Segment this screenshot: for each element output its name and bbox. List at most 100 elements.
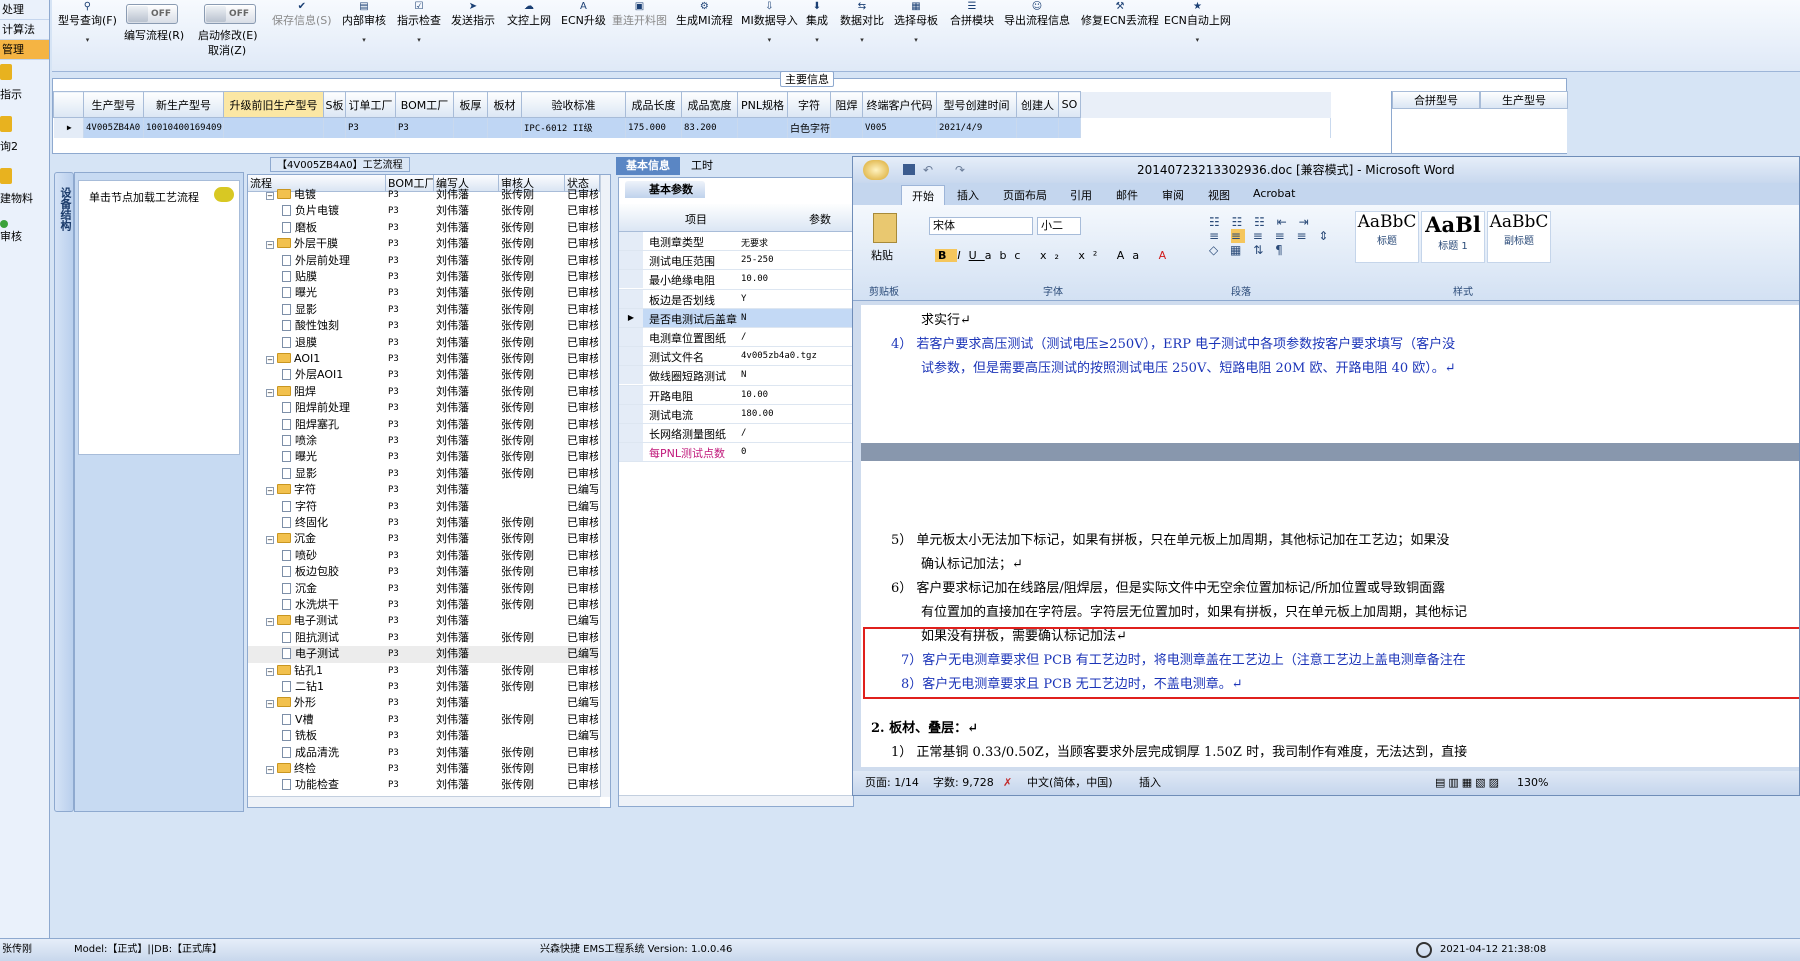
col-header[interactable]: 创建人 xyxy=(1016,91,1059,118)
model-query-button[interactable]: ⚲ 型号查询(F) ▾ xyxy=(58,2,117,45)
col-header[interactable]: 合拼型号 xyxy=(1392,91,1480,109)
table-row[interactable]: − 电镀 P3 刘伟藩 张传刚 已审核 xyxy=(248,187,598,203)
tab-review[interactable]: 审阅 xyxy=(1162,187,1184,203)
param-row[interactable]: 板边是否划线 Y xyxy=(619,289,853,309)
param-row[interactable]: 开路电阻 10.00 xyxy=(619,385,853,405)
bold-icon[interactable]: B xyxy=(935,249,958,262)
table-row[interactable]: 外层AOI1 P3 刘伟藩 张传刚 已审核 xyxy=(248,367,598,383)
flow-vscroll[interactable] xyxy=(600,175,610,797)
generate-mi-flow-button[interactable]: ⚙ 生成MI流程 xyxy=(676,2,733,28)
paste-label[interactable]: 粘贴 xyxy=(871,247,893,263)
nav-item-0[interactable]: 处理 xyxy=(0,0,49,20)
save-info-button[interactable]: ✔ 保存信息(S) xyxy=(272,2,332,28)
ecn-auto-online-button[interactable]: ★ ECN自动上网 ▾ xyxy=(1164,2,1231,45)
col-header[interactable]: 订单工厂 xyxy=(345,91,396,118)
col-header[interactable]: 板材 xyxy=(487,91,522,118)
underline-icon[interactable]: U xyxy=(969,249,985,262)
table-row[interactable]: 退膜 P3 刘伟藩 张传刚 已审核 xyxy=(248,335,598,351)
table-row[interactable]: 阻抗测试 P3 刘伟藩 张传刚 已审核 xyxy=(248,630,598,646)
style-title[interactable]: AaBbC 标题 xyxy=(1355,211,1419,263)
table-row[interactable]: 酸性蚀刻 P3 刘伟藩 张传刚 已审核 xyxy=(248,318,598,334)
col-header[interactable]: 终端客户代码 xyxy=(862,91,937,118)
paragraph-buttons[interactable]: ☷ ☷ ☷ ⇤ ⇥ ≡ ≡ ≡ ≡ ≡ ⇕ ◇ ▦ ⇅ ¶ xyxy=(1209,215,1339,275)
collapse-icon[interactable]: − xyxy=(266,766,274,774)
table-row[interactable]: 喷砂 P3 刘伟藩 张传刚 已审核 xyxy=(248,548,598,564)
table-row[interactable]: − 外层干膜 P3 刘伟藩 张传刚 已审核 xyxy=(248,236,598,252)
param-row[interactable]: 测试电流 180.00 xyxy=(619,404,853,424)
col-header[interactable]: 项目 xyxy=(685,211,707,227)
param-row[interactable]: 长网络测量图纸 / xyxy=(619,424,853,444)
collapse-icon[interactable]: − xyxy=(266,667,274,676)
edit-flow-toggle[interactable]: OFF xyxy=(126,4,178,24)
equipment-structure-tab[interactable]: 设备结构 xyxy=(54,172,74,812)
col-header[interactable]: 字符 xyxy=(787,91,831,118)
col-header[interactable]: 板厚 xyxy=(453,91,488,118)
table-row[interactable]: ▶ 4V005ZB4A0 10010400169409 P3 P3 IPC-60… xyxy=(53,117,1331,138)
internal-audit-button[interactable]: ▤ 内部审核 ▾ xyxy=(342,2,386,45)
table-row[interactable]: 铣板 P3 刘伟藩 已编写 xyxy=(248,728,598,744)
tab-insert[interactable]: 插入 xyxy=(957,187,979,203)
param-row[interactable]: ▶ 是否电测试后盖章 N xyxy=(619,308,853,328)
col-header[interactable]: 成品长度 xyxy=(625,91,682,118)
paste-icon[interactable] xyxy=(873,213,897,243)
collapse-icon[interactable]: − xyxy=(266,487,274,496)
style-heading-1[interactable]: AaBl 标题 1 xyxy=(1421,211,1485,263)
undo-icon[interactable]: ↶ xyxy=(923,157,933,183)
table-row[interactable]: 水洗烘干 P3 刘伟藩 张传刚 已审核 xyxy=(248,597,598,613)
collapse-icon[interactable]: − xyxy=(266,536,274,545)
table-row[interactable]: 喷涂 P3 刘伟藩 张传刚 已审核 xyxy=(248,433,598,449)
table-row[interactable]: 阻焊塞孔 P3 刘伟藩 张传刚 已审核 xyxy=(248,417,598,433)
table-row[interactable]: 贴膜 P3 刘伟藩 张传刚 已审核 xyxy=(248,269,598,285)
redo-icon[interactable]: ↷ xyxy=(955,157,965,183)
col-header[interactable]: SO xyxy=(1058,91,1081,118)
param-row[interactable]: 电测章位置图纸 / xyxy=(619,328,853,348)
col-header[interactable]: S板 xyxy=(323,91,346,118)
table-row[interactable]: 沉金 P3 刘伟藩 张传刚 已审核 xyxy=(248,581,598,597)
col-header[interactable]: 新生产型号 xyxy=(143,91,224,118)
repair-ecn-flow-button[interactable]: ⚒ 修复ECN丢流程 xyxy=(1081,2,1159,28)
ecn-upgrade-button[interactable]: A ECN升级 xyxy=(561,2,606,28)
flow-hscroll[interactable] xyxy=(248,796,600,807)
font-name-select[interactable]: 宋体 xyxy=(929,217,1033,235)
table-row[interactable]: − 外形 P3 刘伟藩 已编写 xyxy=(248,695,598,711)
param-row[interactable]: 电测章类型 无要求 xyxy=(619,232,853,252)
col-header[interactable]: 参数 xyxy=(809,211,831,227)
tab-acrobat[interactable]: Acrobat xyxy=(1253,187,1295,200)
reconnect-cutting-map-button[interactable]: ▣ 重连开料图 xyxy=(612,2,667,28)
table-row[interactable]: V槽 P3 刘伟藩 张传刚 已审核 xyxy=(248,712,598,728)
table-row[interactable]: − 字符 P3 刘伟藩 已编写 xyxy=(248,482,598,498)
col-header[interactable]: 生产型号 xyxy=(83,91,144,118)
param-row[interactable]: 测试电压范围 25-250 xyxy=(619,251,853,271)
table-row[interactable]: 曝光 P3 刘伟藩 张传刚 已审核 xyxy=(248,449,598,465)
collapse-icon[interactable]: − xyxy=(266,192,274,200)
start-edit-toggle[interactable]: OFF xyxy=(204,4,256,24)
publish-online-button[interactable]: ☁ 文控上网 xyxy=(507,2,551,28)
collapse-icon[interactable]: − xyxy=(266,700,274,709)
collapse-icon[interactable]: − xyxy=(266,241,274,250)
table-row[interactable]: 功能检查 P3 刘伟藩 张传刚 已审核 xyxy=(248,777,598,793)
table-row[interactable]: 电子测试 P3 刘伟藩 已编写 xyxy=(248,646,598,663)
table-row[interactable]: 显影 P3 刘伟藩 张传刚 已审核 xyxy=(248,466,598,482)
col-header[interactable]: 生产型号 xyxy=(1480,91,1568,109)
table-row[interactable]: 曝光 P3 刘伟藩 张传刚 已审核 xyxy=(248,285,598,301)
select-mother-board-button[interactable]: ▦ 选择母板 ▾ xyxy=(894,2,938,45)
table-row[interactable]: − AOI1 P3 刘伟藩 张传刚 已审核 xyxy=(248,351,598,367)
table-row[interactable]: 外层前处理 P3 刘伟藩 张传刚 已审核 xyxy=(248,253,598,269)
table-row[interactable]: 终固化 P3 刘伟藩 张传刚 已审核 xyxy=(248,515,598,531)
table-row[interactable]: 阻焊前处理 P3 刘伟藩 张传刚 已审核 xyxy=(248,400,598,416)
nav-item-2[interactable]: 管理 xyxy=(0,40,49,60)
view-buttons[interactable]: ▤▥▦▧▨ xyxy=(1435,771,1502,795)
tab-basic-info[interactable]: 基本信息 xyxy=(616,157,680,175)
col-header[interactable]: PNL规格 xyxy=(737,91,788,118)
merge-module-button[interactable]: ☰ 合拼模块 xyxy=(950,2,994,28)
font-color-icon[interactable]: A xyxy=(1159,249,1175,262)
office-button-icon[interactable] xyxy=(863,160,889,180)
tab-home[interactable]: 开始 xyxy=(901,185,945,205)
param-row[interactable]: 最小绝缘电阻 10.00 xyxy=(619,270,853,290)
nav-icon-item-1[interactable]: 询2 xyxy=(0,112,49,164)
document-page-1[interactable]: 求实行↵ 4） 若客户要求高压测试（测试电压≥250V），ERP 电子测试中各项… xyxy=(861,305,1799,443)
nav-icon-item-3[interactable]: 审核 xyxy=(0,216,49,268)
integrate-button[interactable]: ⬇ 集成 ▾ xyxy=(806,2,828,45)
col-header[interactable]: 成品宽度 xyxy=(681,91,738,118)
table-row[interactable]: − 阻焊 P3 刘伟藩 张传刚 已审核 xyxy=(248,384,598,400)
